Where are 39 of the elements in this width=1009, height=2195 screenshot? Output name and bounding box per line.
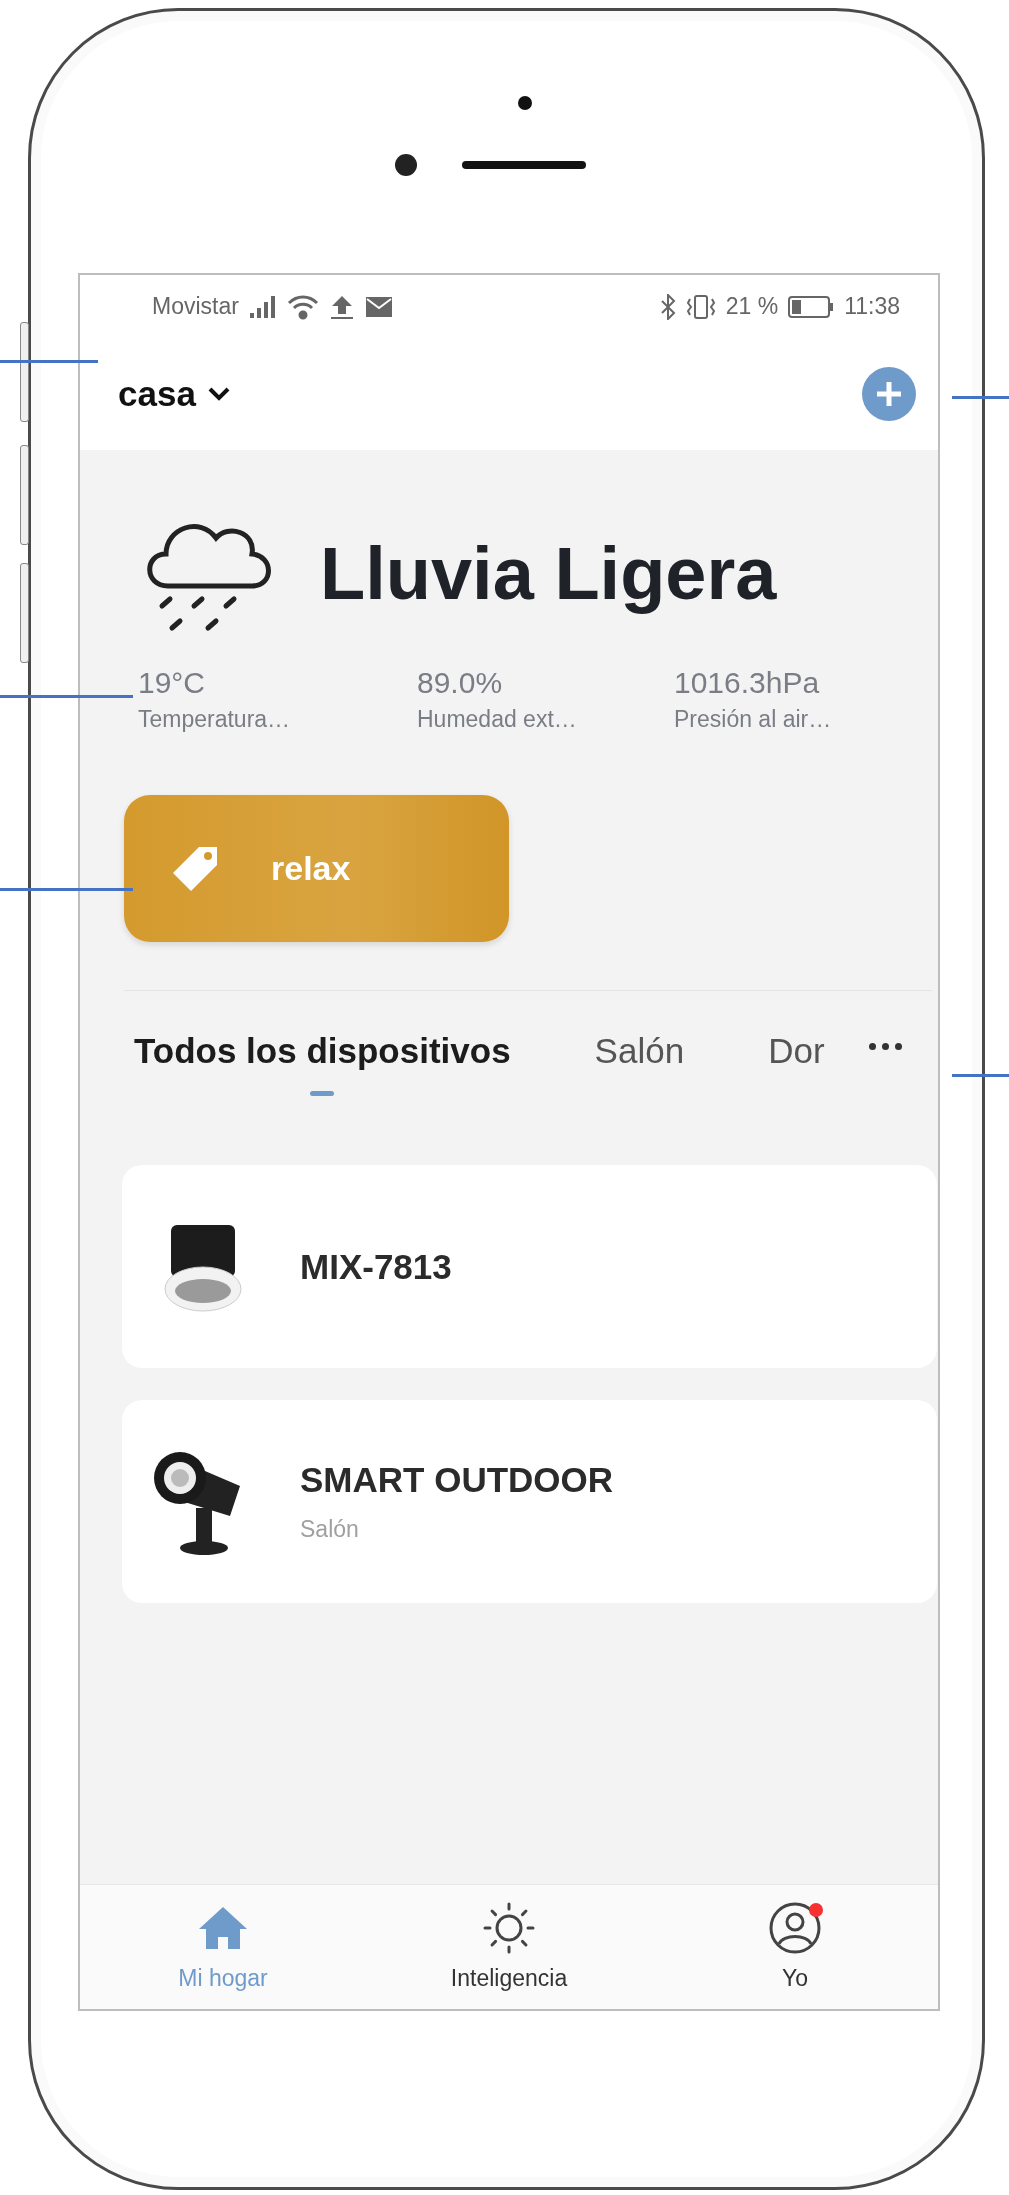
mail-icon <box>364 295 393 318</box>
weather-value: 1016.3hPa <box>674 666 821 700</box>
plus-icon <box>874 379 904 409</box>
device-card[interactable]: MIX-7813 <box>122 1165 937 1368</box>
user-icon <box>768 1901 822 1955</box>
leader-line <box>952 396 1009 399</box>
room-tab[interactable]: Todos los dispositivos <box>134 1031 511 1071</box>
camera-lens <box>395 154 417 176</box>
weather-label: Humedad ext… <box>417 706 578 733</box>
device-room: Salón <box>300 1516 360 1543</box>
vibrate-icon <box>685 293 716 320</box>
weather-condition: Lluvia Ligera <box>320 530 777 616</box>
clock-time: 11:38 <box>844 293 900 320</box>
device-card[interactable]: SMART OUTDOOR Salón <box>122 1400 937 1603</box>
home-selector[interactable]: casa <box>118 374 230 414</box>
room-tab[interactable]: Dor <box>768 1031 825 1071</box>
nav-tab[interactable]: Yo <box>652 1885 938 2009</box>
battery-icon <box>788 295 835 318</box>
leader-line <box>952 1074 1009 1077</box>
weather-value: 19°C <box>138 666 207 700</box>
battery-percent: 21 % <box>725 293 779 320</box>
home-icon <box>197 1905 249 1951</box>
sensor-dot <box>518 96 532 110</box>
tab-indicator <box>310 1091 335 1096</box>
chevron-down-icon <box>207 387 230 401</box>
bluetooth-icon <box>659 293 676 320</box>
signal-icon <box>248 294 277 319</box>
carrier-name: Movistar <box>152 293 239 320</box>
device-name: MIX-7813 <box>300 1246 452 1287</box>
upload-icon <box>328 293 355 320</box>
wifi-icon <box>286 293 319 320</box>
weather-label: Presión al air… <box>674 706 833 733</box>
sun-icon <box>482 1901 536 1955</box>
device-name: SMART OUTDOOR <box>300 1460 614 1500</box>
weather-value: 89.0% <box>417 666 504 700</box>
add-button[interactable] <box>862 367 916 421</box>
weather-label: Temperatura… <box>138 706 292 733</box>
nav-tab[interactable]: Inteligencia <box>366 1885 652 2009</box>
room-tab[interactable]: Salón <box>594 1031 685 1071</box>
